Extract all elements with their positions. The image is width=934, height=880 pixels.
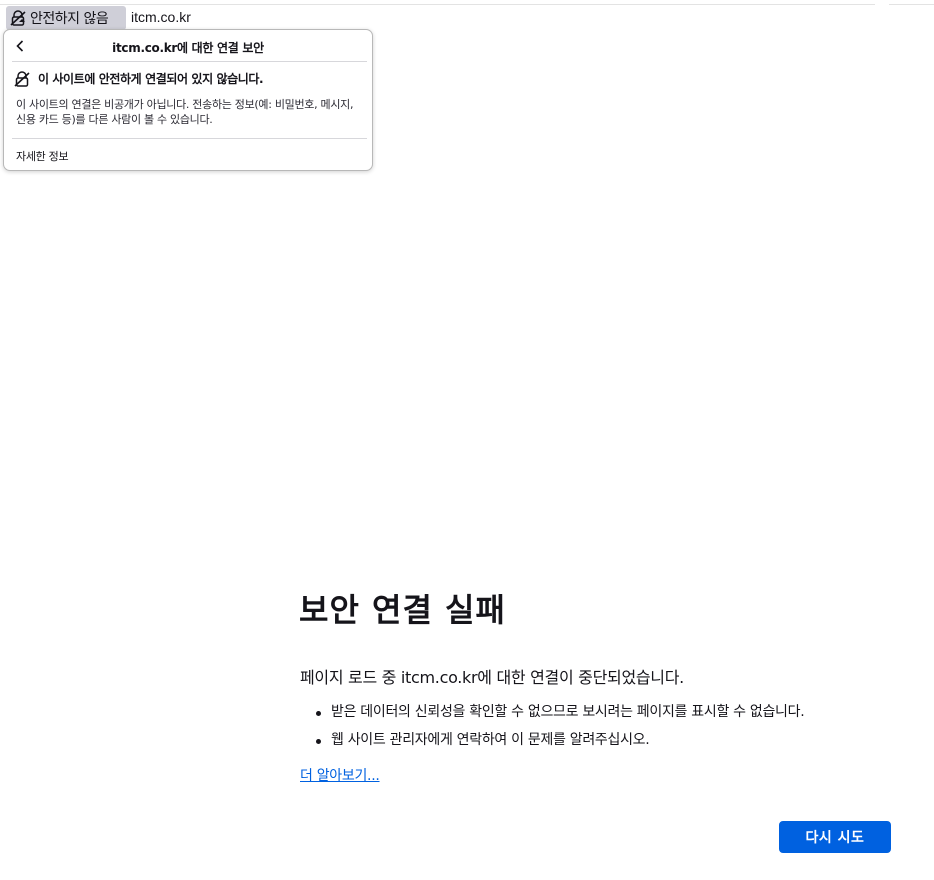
error-title: 보안 연결 실패 [299, 591, 506, 629]
url-bar: 안전하지 않음 itcm.co.kr [0, 0, 934, 32]
site-identity-label: 안전하지 않음 [30, 11, 109, 27]
panel-divider [12, 61, 367, 62]
connection-status-text: 이 사이트에 안전하게 연결되어 있지 않습니다. [38, 72, 264, 86]
error-description: 페이지 로드 중 itcm.co.kr에 대한 연결이 중단되었습니다. [300, 668, 684, 687]
insecure-lock-icon [10, 10, 26, 26]
toolbar-divider [889, 4, 934, 5]
list-item: 받은 데이터의 신뢰성을 확인할 수 없으므로 보시려는 페이지를 표시할 수 … [300, 701, 805, 729]
site-identity-button[interactable]: 안전하지 않음 [6, 6, 126, 30]
learn-more-link[interactable]: 더 알아보기... [300, 765, 380, 785]
connection-description: 이 사이트의 연결은 비공개가 아닙니다. 전송하는 정보(예: 비밀번호, 메… [16, 98, 354, 126]
list-item-text: 받은 데이터의 신뢰성을 확인할 수 없으므로 보시려는 페이지를 표시할 수 … [331, 704, 805, 720]
insecure-lock-icon [14, 70, 30, 87]
toolbar-divider [0, 4, 875, 5]
error-details-list: 받은 데이터의 신뢰성을 확인할 수 없으므로 보시려는 페이지를 표시할 수 … [300, 701, 805, 757]
url-input[interactable]: itcm.co.kr [131, 9, 191, 25]
panel-title: itcm.co.kr에 대한 연결 보안 [112, 41, 264, 55]
list-item-text: 웹 사이트 관리자에게 연락하여 이 문제를 알려주십시오. [331, 732, 650, 748]
browser-window: 안전하지 않음 itcm.co.kr itcm.co.kr에 대한 연결 보안 [0, 0, 934, 880]
retry-button[interactable]: 다시 시도 [779, 821, 891, 853]
panel-divider [12, 138, 367, 139]
bullet-icon [316, 739, 321, 744]
panel-header: itcm.co.kr에 대한 연결 보안 [4, 30, 372, 62]
more-info-link[interactable]: 자세한 정보 [16, 148, 69, 164]
connection-status: 이 사이트에 안전하게 연결되어 있지 않습니다. [14, 70, 264, 87]
security-info-panel: itcm.co.kr에 대한 연결 보안 이 사이트에 안전하게 연결되어 있지… [3, 29, 373, 171]
list-item: 웹 사이트 관리자에게 연락하여 이 문제를 알려주십시오. [300, 729, 804, 757]
bullet-icon [316, 711, 321, 716]
